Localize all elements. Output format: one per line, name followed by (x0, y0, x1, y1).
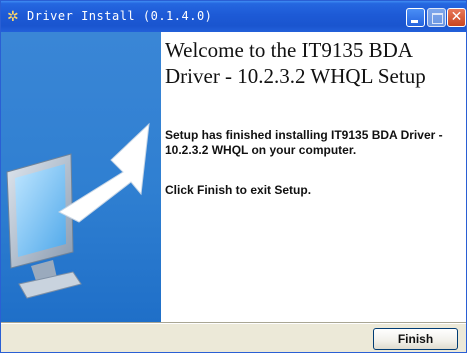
window-title: Driver Install (0.1.4.0) (27, 9, 213, 23)
minimize-button[interactable] (406, 8, 425, 27)
finish-instruction: Click Finish to exit Setup. (165, 183, 312, 197)
maximize-button (427, 8, 446, 27)
setup-window: ✲ Driver Install (0.1.4.0) ✕ Welcome to … (0, 0, 467, 353)
finish-button[interactable]: Finish (373, 328, 458, 350)
install-complete-message: Setup has finished installing IT9135 BDA… (165, 128, 443, 157)
maximize-icon (432, 13, 443, 24)
setup-app-icon[interactable]: ✲ (7, 9, 23, 25)
wizard-side-banner (1, 32, 161, 322)
page-title: Welcome to the IT9135 BDA Driver - 10.2.… (165, 38, 426, 88)
close-button[interactable]: ✕ (447, 8, 466, 27)
button-bar: Finish (1, 324, 466, 352)
wizard-content: Welcome to the IT9135 BDA Driver - 10.2.… (161, 32, 466, 322)
title-bar[interactable]: ✲ Driver Install (0.1.4.0) ✕ (1, 1, 466, 32)
close-icon: ✕ (450, 9, 463, 25)
monitor-with-arrow-icon (6, 122, 150, 299)
minimize-icon (411, 20, 418, 23)
